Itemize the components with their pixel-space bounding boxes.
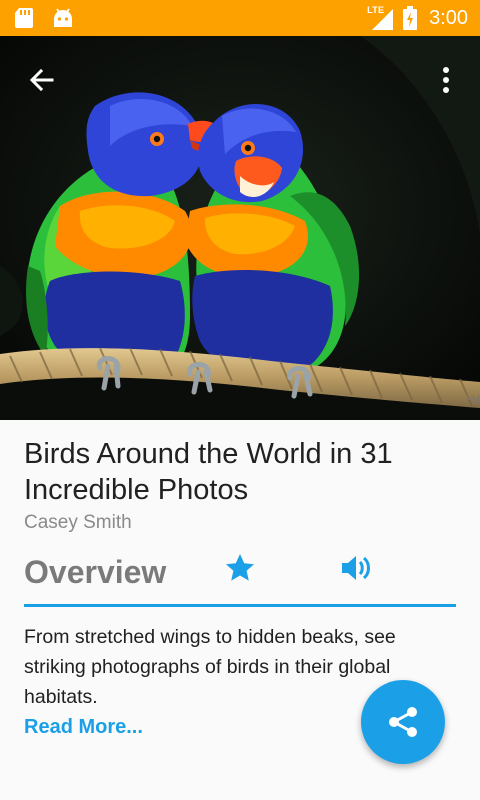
signal-icon: LTE [367,5,395,31]
star-icon [226,554,254,581]
android-icon [52,7,74,29]
more-options-button[interactable] [434,64,458,96]
share-icon [389,707,417,737]
favorite-button[interactable] [224,552,256,584]
section-divider [24,604,456,607]
status-time: 3:00 [429,6,468,29]
arrow-back-icon [29,68,54,92]
overview-heading: Overview [24,554,167,590]
battery-charging-icon [403,6,418,30]
hero-image: HA [0,36,480,420]
audio-button[interactable] [340,552,374,584]
share-button[interactable] [361,680,445,764]
image-watermark: HA [466,392,480,407]
lorikeets-illustration [0,36,480,420]
article-title: Birds Around the World in 31 Incredible … [24,438,393,506]
more-vert-icon [443,67,449,93]
sd-card-icon [14,7,34,29]
read-more-link[interactable]: Read More... [24,716,143,739]
status-bar: LTE 3:00 [0,0,480,36]
back-button[interactable] [26,64,58,96]
speaker-icon [342,556,370,580]
article-author: Casey Smith [24,512,132,533]
